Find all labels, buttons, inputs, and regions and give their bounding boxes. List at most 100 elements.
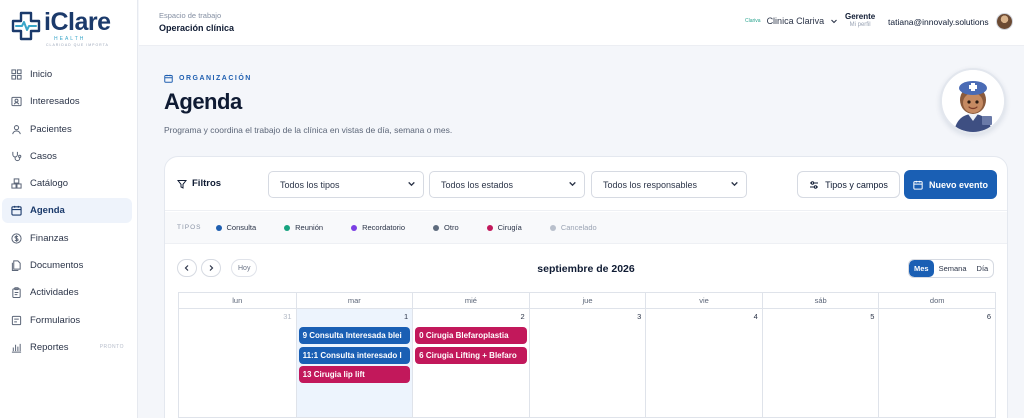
legend-title: TIPOS: [177, 224, 202, 231]
legend-label: Recordatorio: [362, 223, 406, 232]
calendar-event[interactable]: 6 Cirugia Lifting + Blefaro: [415, 347, 527, 364]
day-number: 1: [403, 312, 409, 321]
calendar-event[interactable]: 9 Consulta Interesada blei: [298, 327, 411, 344]
type-filter-select[interactable]: Todos los tipos: [268, 171, 424, 198]
boxes-icon: [10, 178, 22, 190]
stethoscope-icon: [10, 150, 22, 162]
brand-logo[interactable]: iClare HEALTH CLARIDAD QUE IMPORTA: [10, 8, 130, 47]
user-icon: [10, 123, 22, 135]
legend-item-reunion: Reunión: [284, 223, 323, 232]
types-fields-label: Tipos y campos: [825, 179, 888, 190]
page-description: Programa y coordina el trabajo de la clí…: [164, 125, 453, 135]
sidebar-item-label: Reportes: [30, 341, 69, 353]
owner-filter-value: Todos los responsables: [603, 179, 698, 190]
user-email[interactable]: tatiana@innovaly.solutions: [888, 17, 989, 27]
documents-icon: [10, 260, 22, 272]
event-time: 11:1: [302, 351, 319, 360]
view-day-button[interactable]: Día: [972, 260, 994, 277]
day-cell[interactable]: 4: [645, 309, 762, 417]
day-number: 31: [283, 312, 292, 321]
legend-item-recordatorio: Recordatorio: [351, 223, 405, 232]
doctor-mascot-icon: [942, 70, 1004, 132]
brand-name: iClare: [44, 8, 111, 36]
filters-label: Filtros: [177, 178, 221, 189]
clinic-selector[interactable]: Clariva Clinica Clariva: [745, 16, 838, 26]
event-time: 13: [302, 370, 312, 379]
calendar-event[interactable]: 11:1 Consulta interesado l: [298, 347, 411, 364]
type-filter-value: Todos los tipos: [280, 179, 340, 190]
calendar-month-title: septiembre de 2026: [537, 263, 635, 275]
event-title: Cirugia Lifting + Blefaro: [425, 351, 517, 360]
id-card-icon: [10, 96, 22, 108]
day-number: 2: [520, 312, 525, 321]
day-cell[interactable]: 2 0 Cirugia Blefaroplastia 6 Cirugia Lif…: [412, 309, 529, 417]
avatar[interactable]: [996, 13, 1013, 30]
sidebar-item-actividades[interactable]: Actividades: [2, 280, 132, 305]
view-switcher: Mes Semana Día: [908, 259, 995, 278]
event-time: 0: [419, 331, 424, 340]
legend-label: Consulta: [226, 223, 257, 232]
weekday-label: mié: [412, 293, 529, 308]
sidebar-item-pacientes[interactable]: Pacientes: [2, 117, 132, 142]
day-cell[interactable]: 3: [528, 309, 646, 417]
sidebar-item-label: Documentos: [30, 260, 84, 272]
types-fields-button[interactable]: Tipos y campos: [797, 171, 900, 198]
event-time: 6: [419, 351, 424, 360]
role-block[interactable]: Gerente Mi perfil: [845, 12, 875, 28]
event-title: Consulta interesado l: [320, 351, 402, 360]
sidebar-item-inicio[interactable]: Inicio: [2, 62, 132, 87]
week-row: 31 1 9 Consulta Interesada blei 11:1 Con…: [178, 308, 996, 418]
sidebar-item-label: Finanzas: [30, 232, 69, 244]
filters-bar: Filtros Todos los tipos Todos los estado…: [165, 157, 1007, 211]
eyebrow-label: ORGANIZACIÓN: [179, 75, 252, 82]
sidebar-item-label: Pacientes: [30, 123, 72, 135]
dollar-icon: [10, 232, 22, 244]
profile-link[interactable]: Mi perfil: [845, 22, 875, 28]
sidebar-item-reportes[interactable]: Reportes PRONTO: [2, 335, 132, 360]
event-time: 9: [302, 331, 308, 340]
sidebar-item-documentos[interactable]: Documentos: [2, 253, 132, 278]
clinic-name: Clinica Clariva: [766, 16, 825, 26]
filter-icon: [177, 179, 187, 189]
sidebar-item-finanzas[interactable]: Finanzas: [2, 226, 132, 251]
calendar-event[interactable]: 0 Cirugia Blefaroplastia: [415, 327, 527, 344]
legend-dot: [284, 224, 291, 231]
clinic-logo: Clariva: [745, 18, 761, 24]
agenda-card: Filtros Todos los tipos Todos los estado…: [164, 156, 1008, 418]
legend-label: Otro: [444, 223, 459, 232]
legend-item-otro: Otro: [433, 223, 459, 232]
view-week-button[interactable]: Semana: [934, 260, 972, 277]
legend-item-cirugia: Cirugía: [486, 223, 522, 232]
sidebar-item-formularios[interactable]: Formularios: [2, 308, 132, 333]
form-icon: [10, 314, 22, 326]
type-legend: TIPOS Consulta Reunión Recordatorio Otro…: [165, 212, 1007, 244]
day-number: 3: [637, 312, 642, 321]
day-number: 4: [753, 312, 758, 321]
workspace-label: Espacio de trabajo: [159, 11, 222, 20]
calendar-icon: [164, 74, 173, 83]
sidebar-item-label: Catálogo: [30, 178, 69, 190]
clipboard-icon: [10, 287, 22, 299]
chevron-down-icon: [731, 181, 738, 187]
calendar-event[interactable]: 13 Cirugia lip lift: [298, 366, 411, 383]
view-month-button[interactable]: Mes: [909, 260, 934, 277]
sidebar-item-catalogo[interactable]: Catálogo: [2, 171, 132, 196]
day-cell[interactable]: 31: [179, 309, 296, 417]
weekday-label: lun: [232, 296, 243, 305]
legend-label: Reunión: [295, 223, 324, 232]
day-cell[interactable]: 6: [878, 309, 995, 417]
workspace-selector[interactable]: Operación clínica: [159, 23, 234, 33]
status-filter-select[interactable]: Todos los estados: [429, 171, 585, 198]
owner-filter-select[interactable]: Todos los responsables: [591, 171, 747, 198]
sidebar-item-casos[interactable]: Casos: [2, 144, 132, 169]
day-cell[interactable]: 5: [761, 309, 879, 417]
day-number: 5: [870, 312, 875, 321]
legend-dot: [215, 224, 222, 231]
new-event-button[interactable]: Nuevo evento: [904, 170, 997, 199]
sidebar-item-agenda[interactable]: Agenda: [2, 198, 132, 224]
sidebar-item-interesados[interactable]: Interesados: [2, 89, 132, 114]
event-title: Consulta Interesada blei: [309, 331, 402, 340]
day-cell-today[interactable]: 1 9 Consulta Interesada blei 11:1 Consul…: [295, 309, 413, 417]
legend-dot: [433, 224, 440, 231]
sidebar-item-label: Inicio: [30, 69, 53, 80]
